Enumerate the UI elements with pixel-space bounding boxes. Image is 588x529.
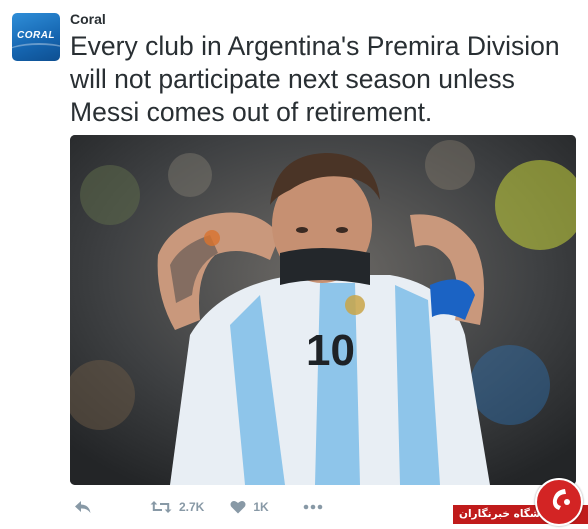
- like-count: 1K: [253, 500, 269, 514]
- watermark-emblem-icon: [535, 478, 583, 526]
- jersey-number: 10: [306, 326, 355, 375]
- more-dots-icon: [303, 504, 323, 510]
- author-name[interactable]: Coral: [70, 11, 106, 27]
- watermark-logo: باشگاه خبرنگاران: [453, 478, 588, 526]
- tweet-photo[interactable]: 10: [70, 135, 576, 485]
- reply-button[interactable]: [74, 500, 92, 514]
- heart-icon: [230, 500, 246, 514]
- like-button[interactable]: 1K: [230, 500, 269, 514]
- tweet-actions: 2.7K 1K: [70, 496, 323, 518]
- coral-avatar[interactable]: CORAL: [12, 13, 60, 61]
- tweet-text: Every club in Argentina's Premira Divisi…: [70, 31, 560, 127]
- more-button[interactable]: [303, 504, 323, 510]
- reply-icon: [75, 501, 91, 513]
- avatar-logo-text: CORAL: [16, 30, 56, 41]
- retweet-icon: [150, 501, 172, 513]
- retweet-count: 2.7K: [179, 500, 205, 514]
- avatar-swoosh-decoration: [12, 43, 60, 61]
- player-photo-illustration: 10: [70, 135, 576, 485]
- retweet-button[interactable]: 2.7K: [150, 500, 204, 514]
